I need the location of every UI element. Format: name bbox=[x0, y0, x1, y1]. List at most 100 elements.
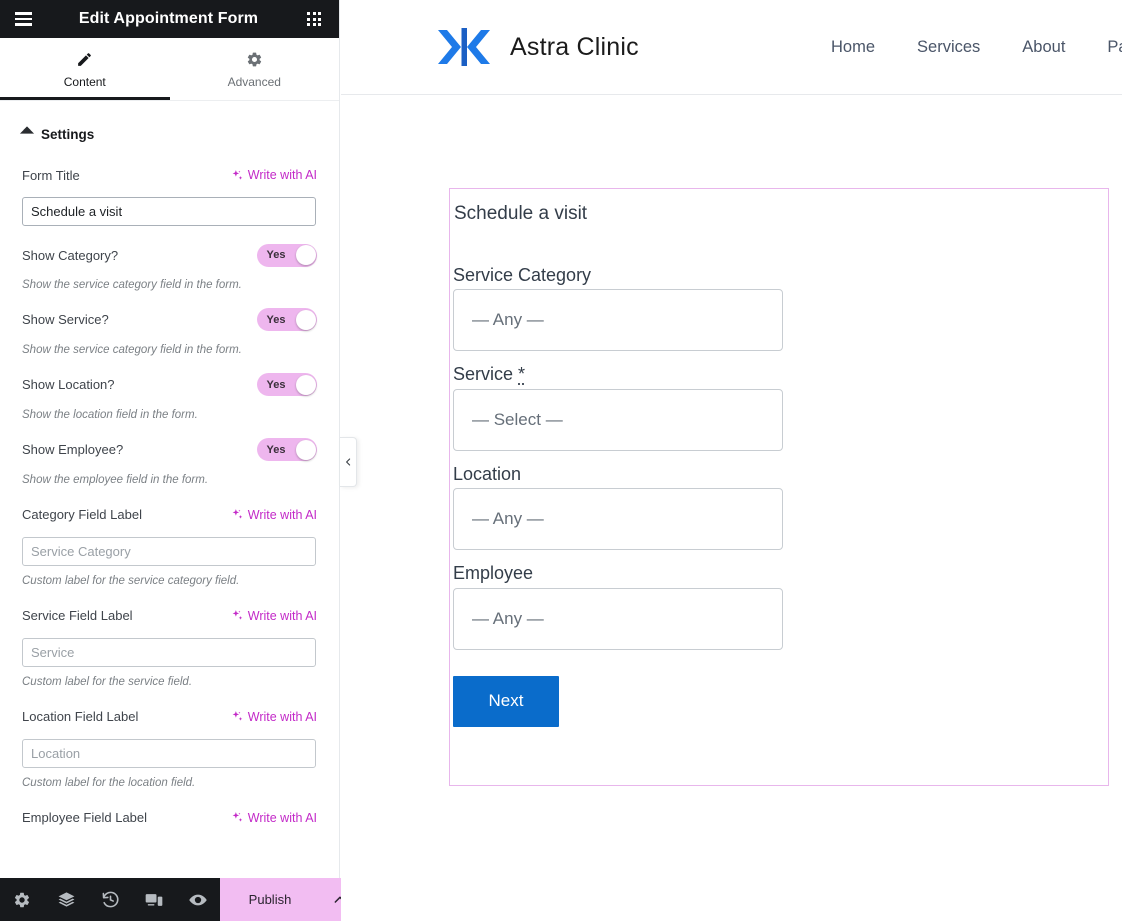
sparkle-icon bbox=[231, 710, 244, 723]
control-hint: Show the service category field in the f… bbox=[22, 343, 317, 358]
next-button[interactable]: Next bbox=[453, 676, 559, 727]
apps-grid-icon[interactable] bbox=[295, 0, 333, 38]
service-field-label-input[interactable] bbox=[22, 638, 316, 667]
select-value: — Select — bbox=[472, 410, 563, 430]
service-category-select[interactable]: — Any — bbox=[453, 289, 783, 351]
write-with-ai-label: Write with AI bbox=[248, 508, 317, 522]
control-show-category: Show Category? Yes Show the service cate… bbox=[22, 240, 317, 293]
toggle-knob bbox=[296, 245, 316, 265]
write-with-ai-button[interactable]: Write with AI bbox=[231, 710, 317, 724]
field-service-category: Service Category — Any — bbox=[453, 264, 1105, 352]
sparkle-icon bbox=[231, 508, 244, 521]
control-label: Service Field Label bbox=[22, 608, 133, 623]
control-service-field-label: Service Field Label Write with AI bbox=[22, 601, 317, 690]
control-label: Show Category? bbox=[22, 248, 118, 263]
panel-collapse-handle[interactable] bbox=[340, 437, 357, 487]
control-hint: Show the location field in the form. bbox=[22, 408, 317, 423]
field-employee: Employee — Any — bbox=[453, 562, 1105, 650]
sparkle-icon bbox=[231, 609, 244, 622]
gear-icon[interactable] bbox=[0, 878, 44, 921]
toggle-state-label: Yes bbox=[257, 244, 295, 267]
control-hint: Custom label for the service category fi… bbox=[22, 574, 317, 589]
section-settings-toggle[interactable]: Settings bbox=[22, 101, 317, 160]
show-employee-toggle[interactable]: Yes bbox=[257, 438, 317, 461]
site-header: Astra Clinic Home Services About Pa bbox=[341, 0, 1122, 95]
category-field-label-input[interactable] bbox=[22, 537, 316, 566]
editor-panel: Edit Appointment Form Content bbox=[0, 0, 340, 921]
toggle-knob bbox=[296, 440, 316, 460]
nav-item-about[interactable]: About bbox=[1022, 38, 1065, 57]
control-label: Form Title bbox=[22, 168, 80, 183]
nav-item-pages[interactable]: Pa bbox=[1107, 38, 1122, 57]
appointment-form-widget[interactable]: Schedule a visit Service Category — Any … bbox=[449, 188, 1109, 786]
control-form-title: Form Title Write with AI bbox=[22, 160, 317, 226]
control-label: Show Location? bbox=[22, 377, 115, 392]
control-employee-field-label: Employee Field Label Write with AI bbox=[22, 803, 317, 833]
field-service: Service * — Select — bbox=[453, 363, 1105, 451]
panel-title: Edit Appointment Form bbox=[42, 10, 295, 28]
location-select[interactable]: — Any — bbox=[453, 488, 783, 550]
control-label: Location Field Label bbox=[22, 709, 138, 724]
form-title-input[interactable] bbox=[22, 197, 316, 226]
write-with-ai-label: Write with AI bbox=[248, 168, 317, 182]
pencil-icon bbox=[76, 51, 93, 68]
section-settings-title: Settings bbox=[41, 127, 94, 142]
caret-down-icon bbox=[20, 126, 34, 140]
gear-icon bbox=[246, 51, 263, 68]
control-label: Category Field Label bbox=[22, 507, 142, 522]
layers-icon[interactable] bbox=[44, 878, 88, 921]
site-nav: Home Services About Pa bbox=[831, 0, 1122, 95]
tab-advanced[interactable]: Advanced bbox=[170, 38, 340, 100]
panel-content-scroll[interactable]: Settings Form Title bbox=[0, 100, 339, 921]
control-hint: Custom label for the service field. bbox=[22, 675, 317, 690]
sparkle-icon bbox=[231, 169, 244, 182]
control-show-location: Show Location? Yes Show the location fie… bbox=[22, 370, 317, 423]
write-with-ai-button[interactable]: Write with AI bbox=[231, 609, 317, 623]
site-brand[interactable]: Astra Clinic bbox=[436, 24, 639, 70]
tab-content-label: Content bbox=[64, 75, 106, 89]
responsive-mode-icon[interactable] bbox=[132, 878, 176, 921]
panel-footer: Publish bbox=[0, 878, 340, 921]
select-value: — Any — bbox=[472, 509, 544, 529]
field-label: Service * bbox=[453, 363, 1105, 386]
control-hint: Custom label for the location field. bbox=[22, 776, 317, 791]
location-field-label-input[interactable] bbox=[22, 739, 316, 768]
write-with-ai-button[interactable]: Write with AI bbox=[231, 508, 317, 522]
write-with-ai-label: Write with AI bbox=[248, 710, 317, 724]
publish-group: Publish bbox=[220, 878, 360, 921]
history-icon[interactable] bbox=[88, 878, 132, 921]
preview-eye-icon[interactable] bbox=[176, 878, 220, 921]
control-label: Show Service? bbox=[22, 312, 109, 327]
hamburger-icon[interactable] bbox=[4, 0, 42, 38]
tab-advanced-label: Advanced bbox=[228, 75, 281, 89]
control-hint: Show the service category field in the f… bbox=[22, 278, 317, 293]
control-label: Employee Field Label bbox=[22, 810, 147, 825]
sparkle-icon bbox=[231, 811, 244, 824]
control-location-field-label: Location Field Label Write with AI bbox=[22, 702, 317, 791]
toggle-knob bbox=[296, 310, 316, 330]
form-title: Schedule a visit bbox=[453, 203, 1105, 226]
required-marker: * bbox=[518, 364, 525, 384]
publish-button[interactable]: Publish bbox=[220, 878, 320, 921]
field-label: Service Category bbox=[453, 264, 1105, 287]
nav-item-services[interactable]: Services bbox=[917, 38, 980, 57]
astra-chevron-logo-icon bbox=[436, 24, 492, 70]
panel-tabs: Content Advanced bbox=[0, 38, 339, 100]
show-service-toggle[interactable]: Yes bbox=[257, 308, 317, 331]
control-show-service: Show Service? Yes Show the service categ… bbox=[22, 305, 317, 358]
preview-canvas: Astra Clinic Home Services About Pa Sche… bbox=[341, 0, 1122, 921]
employee-select[interactable]: — Any — bbox=[453, 588, 783, 650]
field-label: Location bbox=[453, 463, 1105, 486]
nav-item-home[interactable]: Home bbox=[831, 38, 875, 57]
write-with-ai-button[interactable]: Write with AI bbox=[231, 168, 317, 182]
show-category-toggle[interactable]: Yes bbox=[257, 244, 317, 267]
control-show-employee: Show Employee? Yes Show the employee fie… bbox=[22, 435, 317, 488]
control-hint: Show the employee field in the form. bbox=[22, 473, 317, 488]
select-value: — Any — bbox=[472, 609, 544, 629]
service-select[interactable]: — Select — bbox=[453, 389, 783, 451]
field-label: Employee bbox=[453, 562, 1105, 585]
show-location-toggle[interactable]: Yes bbox=[257, 373, 317, 396]
toggle-state-label: Yes bbox=[257, 373, 295, 396]
tab-content[interactable]: Content bbox=[0, 38, 170, 100]
write-with-ai-button[interactable]: Write with AI bbox=[231, 811, 317, 825]
